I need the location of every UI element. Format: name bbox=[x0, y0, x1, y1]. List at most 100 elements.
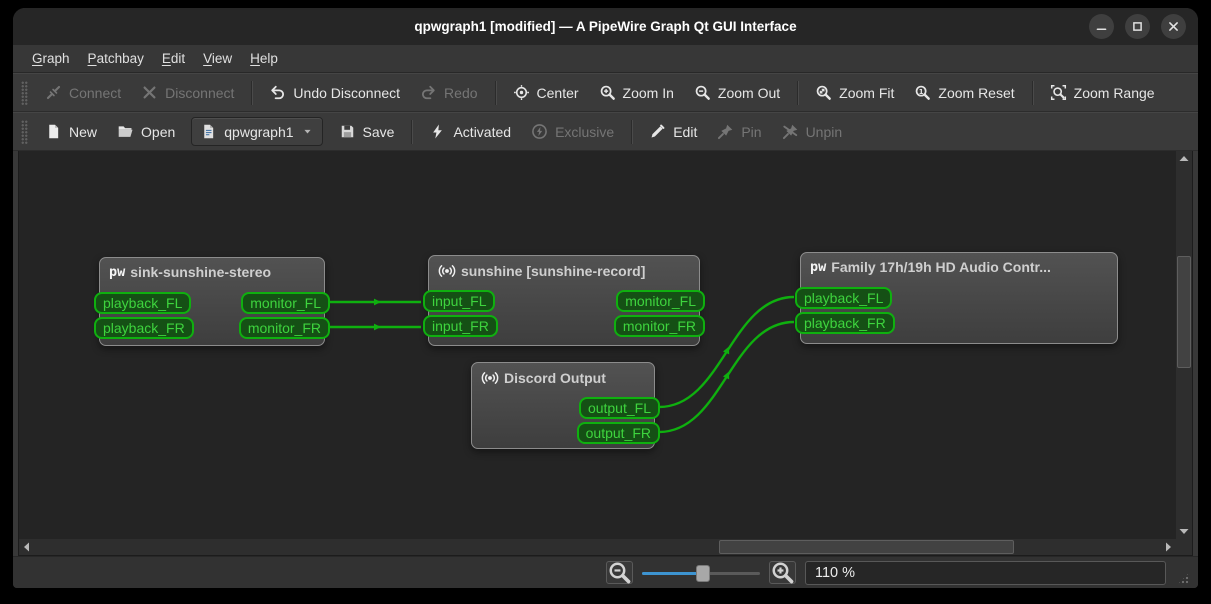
toolbar-drag-handle[interactable] bbox=[21, 80, 28, 105]
pencil-icon bbox=[649, 123, 666, 140]
pin-icon bbox=[717, 123, 734, 140]
minimize-button[interactable] bbox=[1089, 14, 1114, 39]
toolbar-button-new[interactable]: New bbox=[35, 118, 107, 146]
application-window: qpwgraph1 [modified] — A PipeWire Graph … bbox=[13, 8, 1198, 588]
zoom-in-icon bbox=[599, 84, 616, 101]
toolbar-separator bbox=[631, 119, 633, 144]
save-icon bbox=[339, 123, 356, 140]
spin-down-icon[interactable] bbox=[862, 573, 1162, 589]
maximize-button[interactable] bbox=[1125, 14, 1150, 39]
menu-item-help[interactable]: Help bbox=[241, 47, 287, 70]
toolbar-button-zoom-fit[interactable]: Zoom Fit bbox=[805, 79, 904, 107]
window-controls bbox=[1089, 14, 1186, 39]
graph-canvas[interactable]: pw sink-sunshine-stereo playback_FL monitor… bbox=[18, 151, 1193, 556]
toolbar-button-label: Activated bbox=[453, 123, 512, 140]
zoom-fit-icon bbox=[815, 84, 832, 101]
bolt-icon bbox=[429, 123, 446, 140]
zoom-slider-handle[interactable] bbox=[696, 564, 711, 582]
toolbar-button-label: Zoom Range bbox=[1073, 84, 1155, 101]
toolbar-separator bbox=[251, 80, 253, 105]
chevron-down-icon bbox=[301, 125, 314, 138]
new-file-icon bbox=[45, 123, 62, 140]
toolbar-separator bbox=[797, 80, 799, 105]
zoom-slider[interactable] bbox=[641, 564, 760, 582]
toolbar-button-label: Pin bbox=[741, 123, 762, 140]
toolbar-button-label: Undo Disconnect bbox=[293, 84, 401, 101]
graph-toolbar: Connect Disconnect Undo Disconnect Redo Cent… bbox=[13, 73, 1198, 112]
menu-item-graph[interactable]: Graph bbox=[23, 47, 79, 70]
toolbar-button-save[interactable]: Save bbox=[329, 118, 405, 146]
maximize-icon bbox=[1129, 18, 1146, 35]
menu-item-edit[interactable]: Edit bbox=[153, 47, 194, 70]
zoom-out-button[interactable] bbox=[605, 560, 633, 585]
zoom-slider-fill bbox=[641, 571, 703, 575]
undo-icon bbox=[269, 84, 286, 101]
vertical-scrollbar-thumb[interactable] bbox=[1177, 256, 1191, 368]
toolbar-button-label: Connect bbox=[69, 84, 122, 101]
toolbar-button-label: Zoom In bbox=[622, 84, 674, 101]
toolbar-button-label: Zoom Reset bbox=[938, 84, 1015, 101]
circled-bolt-icon bbox=[531, 123, 548, 140]
toolbar-button-center[interactable]: Center bbox=[503, 79, 589, 107]
zoom-out-icon bbox=[607, 560, 632, 585]
scroll-right-icon[interactable] bbox=[1160, 539, 1176, 555]
menu-item-view[interactable]: View bbox=[194, 47, 241, 70]
patchbay-file-icon bbox=[200, 123, 217, 140]
patchbay-toolbar: New Open qpwgraph1 Save Activated Exclusive Ed… bbox=[13, 112, 1198, 151]
close-button[interactable] bbox=[1161, 14, 1186, 39]
toolbar-button-disconnect[interactable]: Disconnect bbox=[131, 79, 244, 107]
toolbar-button-label: Save bbox=[362, 123, 395, 140]
scroll-down-icon[interactable] bbox=[1176, 523, 1192, 539]
toolbar-button-label: Open bbox=[141, 123, 176, 140]
toolbar-button-pin[interactable]: Pin bbox=[707, 118, 771, 146]
scroll-up-icon[interactable] bbox=[1176, 151, 1192, 167]
redo-icon bbox=[420, 84, 437, 101]
toolbar-button-label: Edit bbox=[673, 123, 698, 140]
toolbar-button-exclusive[interactable]: Exclusive bbox=[521, 118, 624, 146]
link-arrow bbox=[374, 323, 381, 331]
toolbar-button-edit[interactable]: Edit bbox=[639, 118, 707, 146]
toolbar-button-label: Redo bbox=[444, 84, 478, 101]
scrollbar-corner bbox=[1176, 539, 1192, 555]
horizontal-scrollbar[interactable] bbox=[19, 538, 1176, 555]
toolbar-button-label: Exclusive bbox=[555, 123, 615, 140]
toolbar-button-open[interactable]: Open bbox=[107, 118, 185, 146]
toolbar-button-label: New bbox=[69, 123, 98, 140]
window-title: qpwgraph1 [modified] — A PipeWire Graph … bbox=[414, 19, 797, 34]
zoom-in-button[interactable] bbox=[768, 561, 796, 584]
vertical-scrollbar[interactable] bbox=[1175, 151, 1192, 539]
horizontal-scrollbar-thumb[interactable] bbox=[719, 540, 1014, 554]
toolbar-button-label: Disconnect bbox=[165, 84, 235, 101]
toolbar-drag-handle[interactable] bbox=[21, 119, 28, 144]
toolbar-button-activated[interactable]: Activated bbox=[419, 118, 521, 146]
menu-item-patchbay[interactable]: Patchbay bbox=[79, 47, 153, 70]
svg-text:1: 1 bbox=[919, 88, 924, 96]
toolbar-button-zoom-out[interactable]: Zoom Out bbox=[684, 79, 790, 107]
zoom-spinbox[interactable]: 110 % bbox=[804, 356, 1166, 585]
scroll-left-icon[interactable] bbox=[19, 539, 35, 555]
open-folder-icon bbox=[117, 123, 134, 140]
unpin-icon bbox=[782, 123, 799, 140]
toolbar-button-redo[interactable]: Redo bbox=[410, 79, 487, 107]
toolbar-button-connect[interactable]: Connect bbox=[35, 79, 131, 107]
toolbar-button-undo-disconnect[interactable]: Undo Disconnect bbox=[259, 79, 410, 107]
toolbar-separator bbox=[1031, 80, 1033, 105]
connection-layer bbox=[329, 295, 795, 434]
menubar: Graph Patchbay Edit View Help bbox=[13, 45, 1198, 73]
zoom-reset-icon: 1 bbox=[914, 84, 931, 101]
resize-grip[interactable] bbox=[1177, 572, 1190, 585]
toolbar-button-label: Zoom Fit bbox=[839, 84, 895, 101]
toolbar-button-zoom-in[interactable]: Zoom In bbox=[589, 79, 684, 107]
toolbar-separator bbox=[411, 119, 413, 144]
toolbar-button-zoom-reset[interactable]: 1 Zoom Reset bbox=[904, 79, 1024, 107]
toolbar-button-zoom-range[interactable]: Zoom Range bbox=[1040, 79, 1165, 107]
disconnect-icon bbox=[141, 84, 158, 101]
toolbar-button-unpin[interactable]: Unpin bbox=[772, 118, 853, 146]
toolbar-separator bbox=[494, 80, 496, 105]
patchbay-selector-value: qpwgraph1 bbox=[224, 123, 294, 140]
minimize-icon bbox=[1093, 18, 1110, 35]
statusbar: 110 % bbox=[13, 356, 1198, 588]
center-icon bbox=[513, 84, 530, 101]
zoom-out-icon bbox=[694, 84, 711, 101]
patchbay-selector[interactable]: qpwgraph1 bbox=[191, 117, 323, 146]
